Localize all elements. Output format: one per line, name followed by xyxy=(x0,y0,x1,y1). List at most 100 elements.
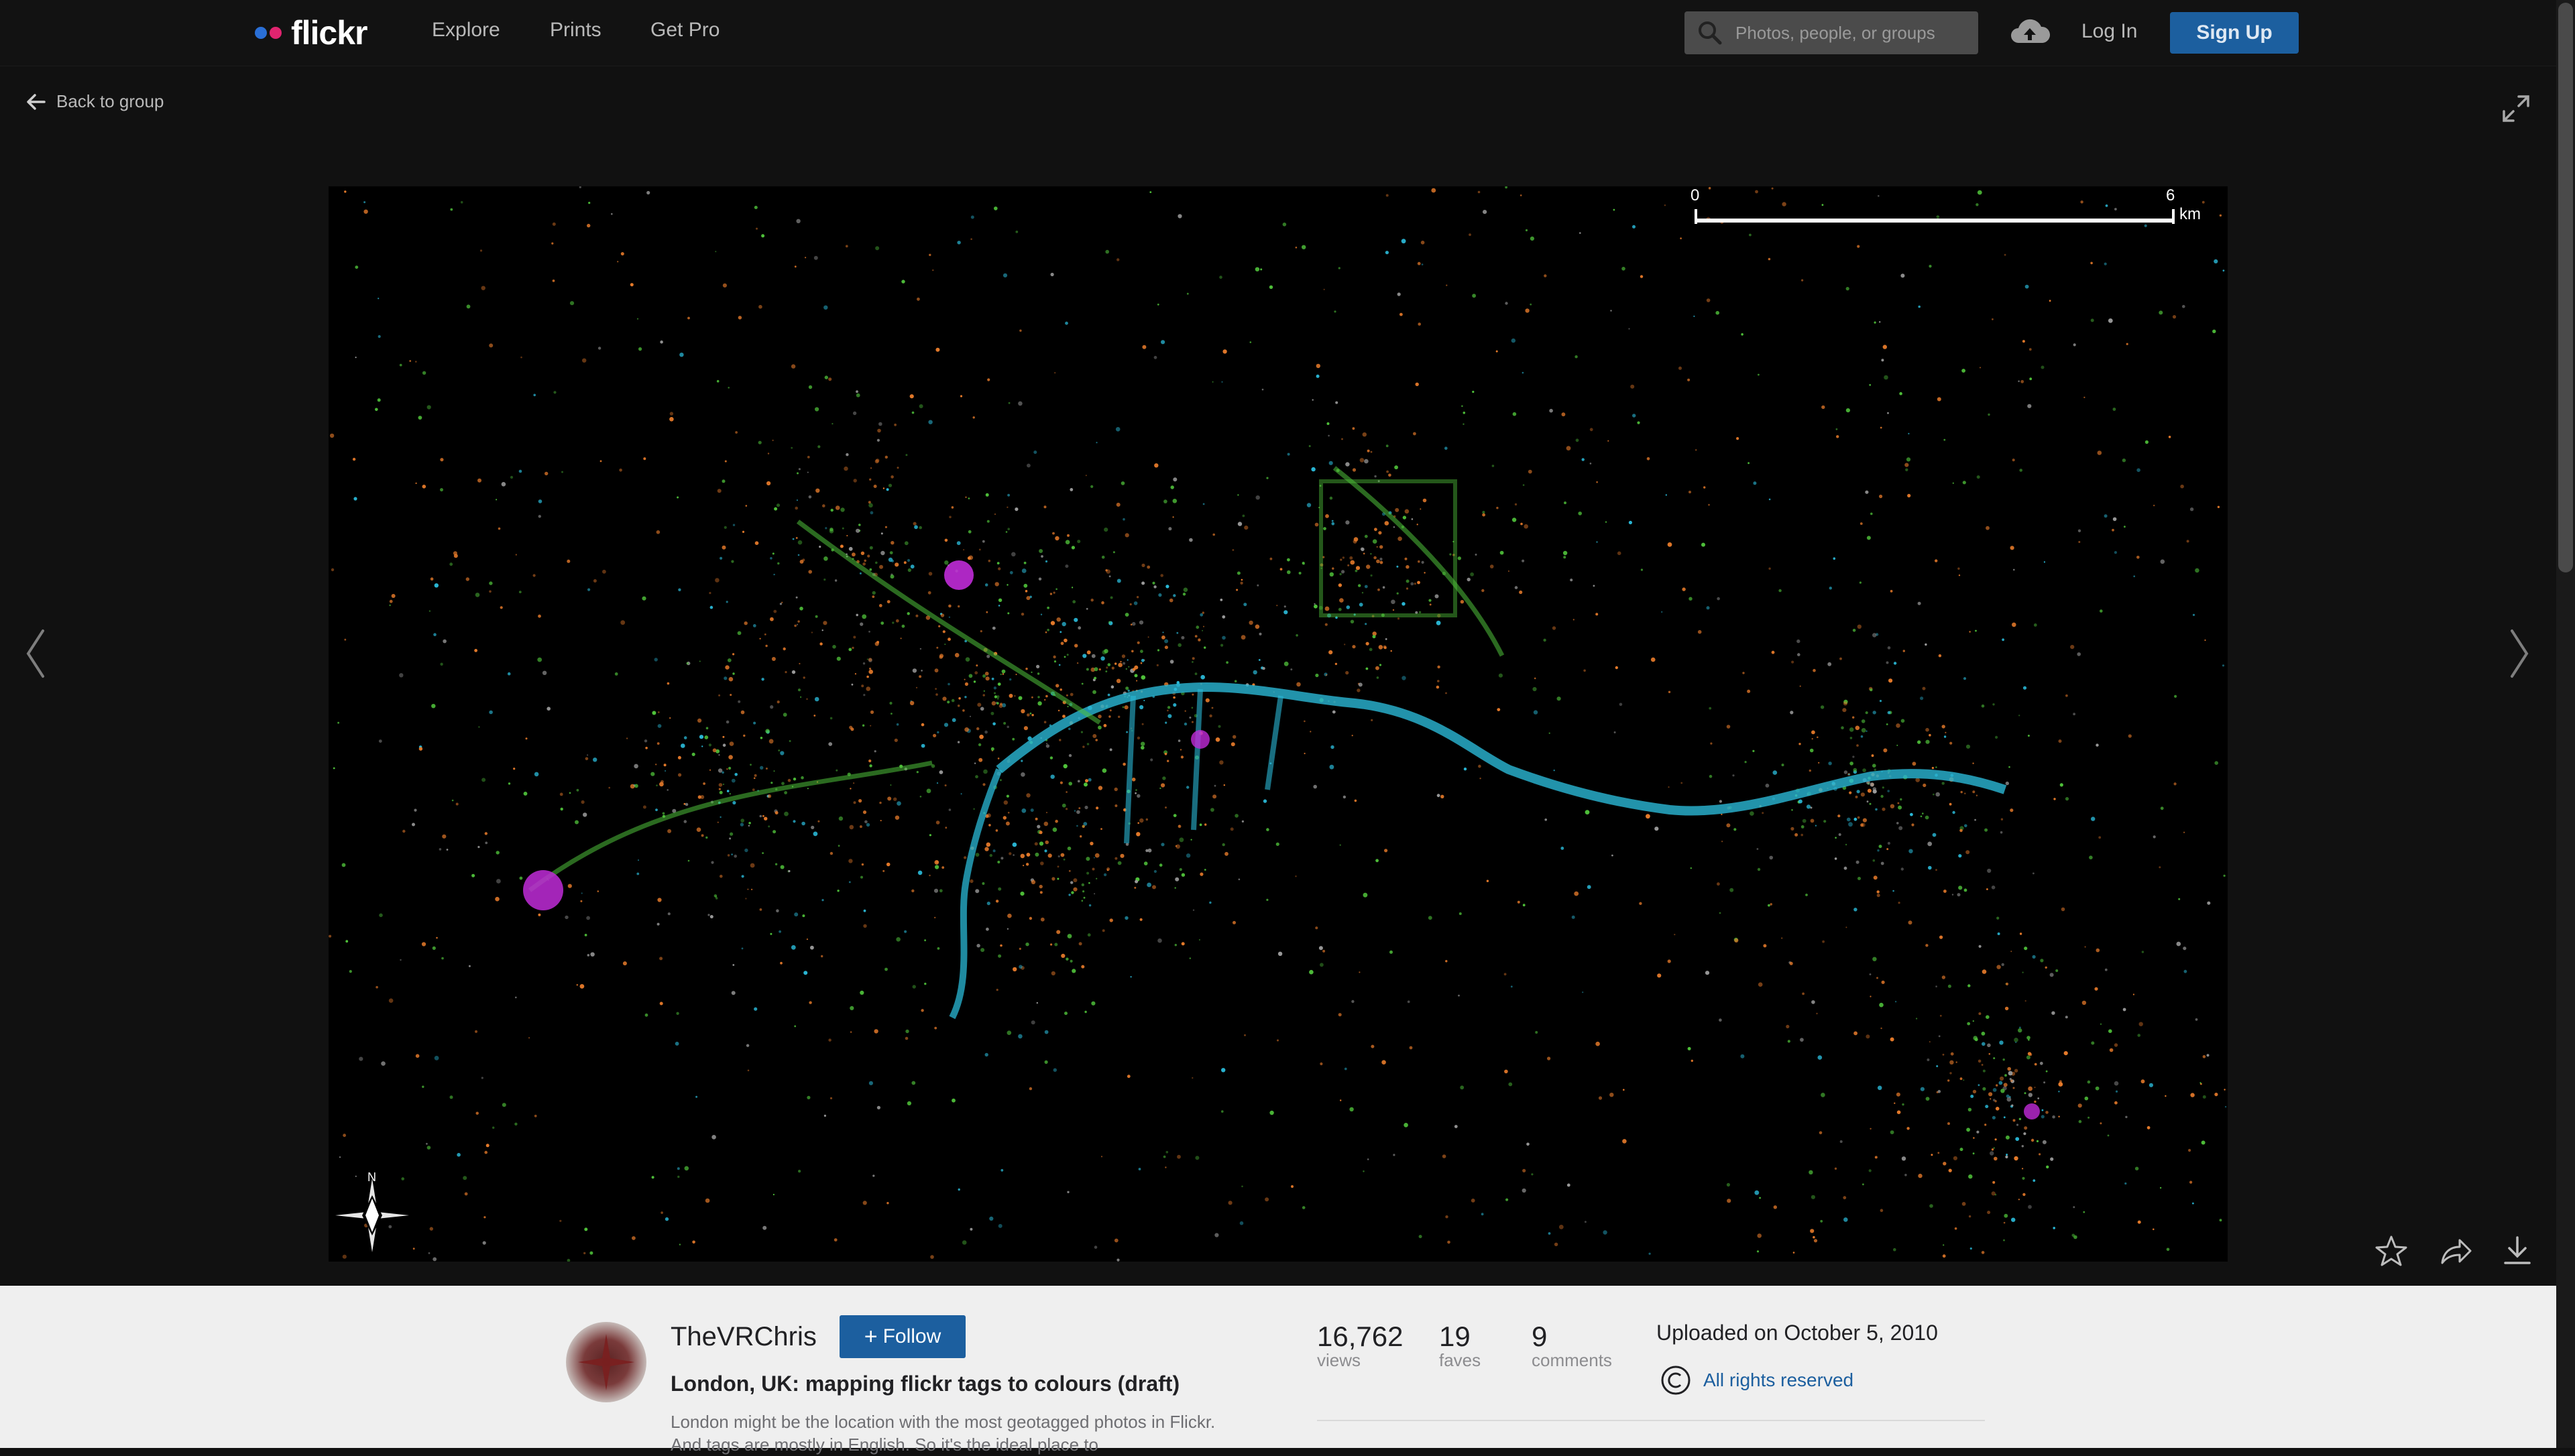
map-point xyxy=(1379,557,1383,561)
map-point xyxy=(895,562,899,567)
map-point xyxy=(873,485,877,488)
map-point xyxy=(783,647,786,651)
map-point xyxy=(1937,1152,1940,1154)
main-photo[interactable]: 0 6 km N xyxy=(329,186,2228,1262)
map-point xyxy=(935,693,938,696)
map-point xyxy=(868,630,870,633)
map-point xyxy=(957,705,960,707)
map-point xyxy=(1821,405,1825,410)
map-point xyxy=(1820,1219,1823,1223)
search-box[interactable] xyxy=(1684,11,1978,54)
map-point xyxy=(1141,741,1145,746)
map-point xyxy=(1596,541,1598,543)
flickr-logo[interactable]: flickr xyxy=(255,12,368,54)
map-point xyxy=(1141,723,1144,725)
map-point xyxy=(1428,599,1432,602)
chevron-left-icon[interactable] xyxy=(24,627,47,680)
map-point xyxy=(1241,1185,1243,1188)
map-point xyxy=(1548,732,1550,734)
map-point xyxy=(919,675,922,678)
map-point xyxy=(801,821,805,826)
avatar[interactable] xyxy=(566,1322,646,1402)
map-point xyxy=(1813,1235,1815,1239)
star-icon[interactable] xyxy=(2374,1233,2409,1268)
search-input[interactable] xyxy=(1734,21,1965,44)
map-point xyxy=(891,713,893,715)
login-link[interactable]: Log In xyxy=(2081,20,2137,43)
upload-cloud-icon[interactable] xyxy=(2008,15,2052,48)
map-point xyxy=(1845,408,1850,413)
map-point xyxy=(1088,778,1092,782)
map-point xyxy=(1941,975,1946,979)
expand-icon[interactable] xyxy=(2501,94,2531,123)
back-to-group-link[interactable]: Back to group xyxy=(25,91,164,112)
share-icon[interactable] xyxy=(2438,1233,2473,1268)
map-point xyxy=(1870,995,1872,997)
chevron-right-icon[interactable] xyxy=(2508,627,2531,680)
download-icon[interactable] xyxy=(2500,1233,2535,1268)
map-point xyxy=(1384,849,1388,853)
map-point xyxy=(768,739,774,744)
map-point xyxy=(1866,800,1869,803)
map-point xyxy=(1202,503,1205,505)
map-point xyxy=(1986,526,1990,530)
map-point xyxy=(845,245,848,248)
map-point xyxy=(1184,710,1186,712)
map-point xyxy=(1067,705,1069,708)
scrollbar-thumb[interactable] xyxy=(2558,3,2573,572)
map-point xyxy=(1189,957,1192,959)
license-info[interactable]: All rights reserved xyxy=(1660,1365,1853,1396)
map-point xyxy=(1922,686,1926,690)
map-point xyxy=(1563,556,1566,559)
map-point xyxy=(533,393,536,397)
map-point xyxy=(2097,450,2102,455)
map-point xyxy=(1872,957,1877,961)
map-point xyxy=(1172,516,1174,518)
nav-explore[interactable]: Explore xyxy=(432,19,500,42)
nav-prints[interactable]: Prints xyxy=(550,19,602,42)
owner-name-link[interactable]: TheVRChris xyxy=(671,1322,817,1352)
follow-button[interactable]: + Follow xyxy=(840,1315,966,1358)
map-point xyxy=(622,961,627,966)
map-point xyxy=(1298,572,1302,574)
license-link[interactable]: All rights reserved xyxy=(1703,1370,1853,1391)
map-point xyxy=(450,208,453,211)
map-point xyxy=(1611,854,1613,857)
map-point xyxy=(2005,982,2009,985)
map-point xyxy=(449,1095,453,1099)
map-point xyxy=(2214,761,2218,765)
map-point xyxy=(1941,782,1945,785)
map-point xyxy=(852,646,854,650)
map-point xyxy=(1404,1123,1408,1128)
map-point xyxy=(1345,671,1349,675)
map-point xyxy=(1853,768,1857,772)
map-point xyxy=(1349,556,1353,560)
map-point xyxy=(1937,397,1941,402)
map-point xyxy=(584,1227,588,1231)
map-point xyxy=(998,704,1003,708)
map-point xyxy=(1098,668,1101,671)
map-point xyxy=(745,898,747,900)
map-point xyxy=(545,471,549,476)
map-point xyxy=(980,630,982,633)
map-point xyxy=(807,471,809,473)
map-point xyxy=(773,573,775,576)
map-point xyxy=(860,551,865,555)
map-point xyxy=(794,265,797,268)
map-point xyxy=(1169,660,1174,664)
map-point xyxy=(1204,823,1207,826)
map-point xyxy=(889,701,893,705)
map-point xyxy=(681,743,685,748)
signup-button[interactable]: Sign Up xyxy=(2170,12,2299,54)
map-point xyxy=(823,1114,826,1117)
nav-get-pro[interactable]: Get Pro xyxy=(650,19,720,42)
map-point xyxy=(1070,959,1073,963)
map-point xyxy=(1050,272,1054,277)
map-point xyxy=(1120,660,1122,663)
map-point xyxy=(1313,784,1317,789)
map-point xyxy=(994,582,999,587)
map-point xyxy=(1872,711,1876,715)
map-point xyxy=(2019,1026,2021,1029)
map-point xyxy=(1876,977,1878,979)
map-point xyxy=(537,657,542,662)
